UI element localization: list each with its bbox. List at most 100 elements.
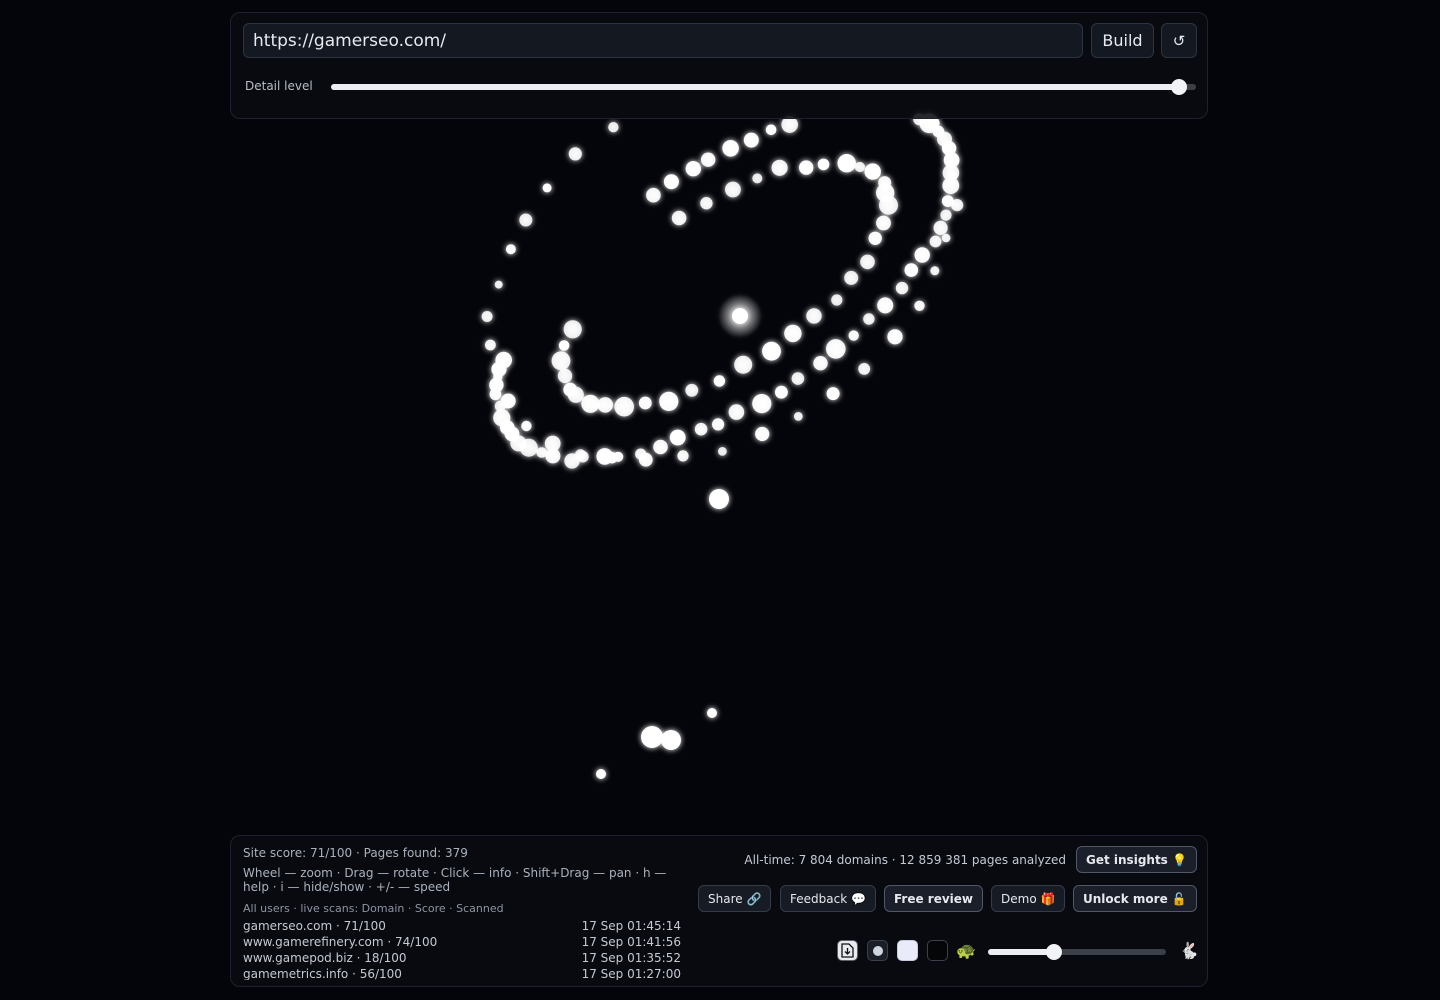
detail-level-slider[interactable]: [331, 79, 1196, 95]
graph-node[interactable]: [930, 266, 940, 276]
graph-node[interactable]: [860, 254, 875, 270]
graph-node[interactable]: [495, 351, 512, 369]
unlock-more-button[interactable]: Unlock more 🔓: [1073, 885, 1197, 912]
graph-node[interactable]: [536, 447, 547, 458]
graph-node[interactable]: [914, 300, 925, 311]
list-item[interactable]: gamerseo.com · 71/100 17 Sep 01:45:14: [243, 918, 681, 934]
graph-node[interactable]: [653, 439, 668, 455]
graph-node[interactable]: [877, 297, 894, 314]
graph-node[interactable]: [481, 311, 493, 322]
graph-node[interactable]: [494, 280, 503, 289]
graph-node[interactable]: [844, 270, 859, 285]
graph-node[interactable]: [597, 397, 613, 413]
graph-node[interactable]: [614, 396, 634, 417]
graph-node[interactable]: [500, 393, 516, 409]
graph-node[interactable]: [563, 320, 582, 339]
graph-node[interactable]: [638, 396, 652, 410]
graph-node[interactable]: [806, 308, 822, 324]
graph-node[interactable]: [771, 159, 788, 176]
graph-node[interactable]: [895, 281, 909, 295]
graph-node[interactable]: [551, 351, 571, 371]
graph-node[interactable]: [942, 141, 951, 150]
graph-node[interactable]: [863, 313, 875, 325]
graph-node[interactable]: [743, 132, 759, 148]
graph-node[interactable]: [700, 197, 713, 210]
graph-node[interactable]: [542, 183, 552, 193]
graph-node[interactable]: [485, 339, 496, 351]
graph-node[interactable]: [558, 340, 570, 351]
export-button[interactable]: [837, 940, 858, 961]
graph-node[interactable]: [722, 140, 739, 157]
graph-node[interactable]: [879, 195, 898, 215]
graph-node[interactable]: [941, 233, 951, 243]
graph-node[interactable]: [728, 404, 745, 420]
node-style-button[interactable]: [867, 940, 888, 961]
graph-node[interactable]: [641, 726, 663, 748]
graph-node[interactable]: [826, 387, 840, 401]
graph-node[interactable]: [765, 124, 777, 136]
graph-node[interactable]: [596, 769, 606, 779]
graph-node[interactable]: [799, 160, 814, 175]
graph-node[interactable]: [713, 375, 726, 387]
get-insights-button[interactable]: Get insights 💡: [1076, 846, 1197, 873]
graph-node[interactable]: [521, 420, 532, 432]
graph-node[interactable]: [685, 383, 699, 397]
refresh-icon[interactable]: ↺: [1161, 23, 1197, 58]
graph-node[interactable]: [663, 174, 679, 190]
speed-slider[interactable]: [988, 944, 1166, 960]
graph-node[interactable]: [762, 341, 781, 361]
graph-node[interactable]: [933, 220, 948, 235]
list-item[interactable]: www.gamepod.biz · 18/100 17 Sep 01:35:52: [243, 950, 681, 966]
graph-node[interactable]: [784, 324, 802, 343]
graph-node[interactable]: [646, 187, 661, 203]
list-item[interactable]: www.gamerefinery.com · 74/100 17 Sep 01:…: [243, 934, 681, 950]
graph-node[interactable]: [707, 708, 717, 718]
light-theme-button[interactable]: [897, 940, 918, 961]
graph-node[interactable]: [951, 199, 964, 212]
graph-node[interactable]: [826, 339, 846, 359]
graph-node[interactable]: [858, 363, 871, 375]
graph-node[interactable]: [876, 215, 891, 231]
graph-node[interactable]: [712, 418, 725, 431]
graph-node[interactable]: [793, 412, 803, 421]
list-item[interactable]: gamemetrics.info · 56/100 17 Sep 01:27:0…: [243, 966, 681, 980]
graph-node[interactable]: [661, 730, 681, 750]
graph-node[interactable]: [544, 435, 561, 452]
graph-node[interactable]: [775, 385, 788, 399]
graph-node[interactable]: [817, 158, 830, 171]
detail-level-thumb[interactable]: [1170, 79, 1187, 95]
graph-node[interactable]: [493, 371, 503, 382]
graph-node[interactable]: [864, 163, 881, 180]
graph-node[interactable]: [685, 161, 701, 177]
graph-node[interactable]: [563, 382, 578, 397]
graph-node[interactable]: [904, 263, 919, 277]
graph-node[interactable]: [574, 449, 587, 461]
graph-node[interactable]: [755, 426, 770, 442]
graph-node[interactable]: [581, 394, 600, 413]
graph-node[interactable]: [837, 154, 856, 173]
build-button[interactable]: Build: [1091, 23, 1154, 58]
graph-node[interactable]: [831, 294, 843, 306]
graph-node[interactable]: [948, 172, 958, 181]
demo-button[interactable]: Demo 🎁: [991, 885, 1066, 912]
graph-node[interactable]: [752, 394, 772, 414]
graph-node[interactable]: [568, 147, 582, 161]
graph-node[interactable]: [709, 489, 729, 509]
graph-node[interactable]: [734, 355, 753, 374]
graph-node[interactable]: [929, 235, 942, 248]
feedback-button[interactable]: Feedback 💬: [780, 885, 876, 912]
graph-node[interactable]: [914, 247, 930, 263]
dark-theme-button[interactable]: [927, 940, 948, 961]
graph-node[interactable]: [493, 409, 511, 427]
graph-node[interactable]: [868, 231, 882, 245]
share-button[interactable]: Share 🔗: [698, 885, 772, 912]
graph-node[interactable]: [940, 209, 952, 221]
graph-node[interactable]: [519, 213, 533, 227]
graph-node[interactable]: [725, 181, 741, 198]
graph-node[interactable]: [608, 122, 619, 133]
graph-node[interactable]: [505, 244, 516, 255]
graph-node[interactable]: [606, 451, 618, 464]
graph-node[interactable]: [659, 391, 679, 411]
graph-node[interactable]: [694, 422, 708, 436]
graph-node[interactable]: [669, 429, 686, 446]
